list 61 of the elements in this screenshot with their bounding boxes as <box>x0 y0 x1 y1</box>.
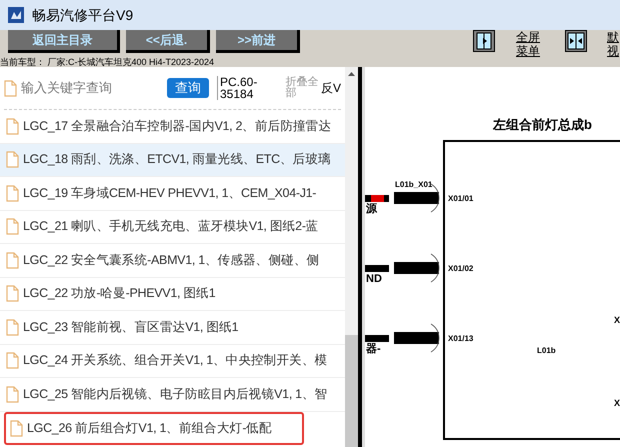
document-title: LGC_17 全景融合泊车控制器-国内V1, 2、前后防撞雷达 <box>23 118 332 135</box>
document-icon <box>6 285 19 302</box>
window-title: 畅易汽修平台V9 <box>32 6 134 24</box>
connector-pin <box>394 262 439 274</box>
pin-label: X01/13 <box>448 333 474 345</box>
component-label: L01b <box>537 345 556 357</box>
document-title: LGC_22 安全气囊系统-ABMV1, 1、传感器、侧碰、侧 <box>23 252 320 269</box>
document-icon <box>10 420 23 437</box>
wire-label: ND <box>366 273 382 285</box>
document-title: LGC_18 雨刮、洗涤、ETCV1, 雨量光线、ETC、后玻璃 <box>23 151 331 168</box>
pin-label: X01/01 <box>448 193 474 205</box>
document-icon <box>6 252 19 269</box>
document-icon <box>6 218 19 236</box>
connector-pin <box>394 332 439 344</box>
document-title: LGC_24 开关系统、组合开关V1, 1、中央控制开关、模 <box>23 352 328 370</box>
document-row[interactable]: LGC_24 开关系统、组合开关V1, 1、中央控制开关、模 <box>0 344 345 378</box>
pin-bracket <box>430 253 440 283</box>
arrows-inward-icon[interactable] <box>565 30 587 52</box>
document-row[interactable]: LGC_23 智能前视、盲区雷达V1, 图纸1 <box>0 311 345 344</box>
document-icon <box>6 151 19 168</box>
document-icon <box>6 318 19 336</box>
app-logo-icon <box>8 7 24 23</box>
document-row[interactable]: LGC_21 喇叭、手机无线充电、蓝牙模块V1, 图纸2-蓝 <box>0 210 345 244</box>
nav-button[interactable]: <<后退. <box>126 30 210 53</box>
search-button[interactable]: 查询 <box>167 78 209 98</box>
pin-label: X01/02 <box>448 263 474 275</box>
connector-label: L01b_X01 <box>395 179 432 191</box>
wire-label: 器- <box>366 343 381 355</box>
document-icon <box>6 184 19 202</box>
document-row[interactable]: LGC_19 车身域CEM-HEV PHEVV1, 1、CEM_X04-J1- <box>0 177 345 210</box>
pin-bracket <box>430 323 440 353</box>
document-title: LGC_23 智能前视、盲区雷达V1, 图纸1 <box>23 318 238 336</box>
document-row[interactable]: LGC_22 安全气囊系统-ABMV1, 1、传感器、侧碰、侧 <box>0 244 345 278</box>
nav-button[interactable]: >>前进 <box>216 30 300 53</box>
arrow-right-icon[interactable] <box>473 30 495 52</box>
part-code: PC.60-35184 <box>217 76 282 100</box>
pin-label: X <box>614 314 620 327</box>
column-5: 反V <box>320 79 341 97</box>
document-row[interactable]: LGC_22 功放-哈曼-PHEVV1, 图纸1 <box>0 278 345 311</box>
document-row[interactable]: LGC_18 雨刮、洗涤、ETCV1, 雨量光线、ETC、后玻璃 <box>0 144 345 177</box>
search-field[interactable]: 输入关键字查询 <box>21 78 149 98</box>
nav-button[interactable]: 返回主目录 <box>8 30 120 53</box>
document-icon <box>6 118 19 135</box>
document-icon <box>4 80 17 96</box>
toolbar-link[interactable]: 默视 <box>607 30 619 58</box>
toolbar-link[interactable]: 全屏菜单 <box>515 30 541 58</box>
connector-pin <box>394 192 439 204</box>
document-title: LGC_22 功放-哈曼-PHEVV1, 图纸1 <box>23 285 216 302</box>
wire-label: 源 <box>366 203 377 215</box>
pin-label: X <box>614 397 620 410</box>
document-row[interactable]: LGC_25 智能内后视镜、电子防眩目内后视镜V1, 1、智 <box>0 378 345 412</box>
document-icon <box>6 352 19 370</box>
document-title: LGC_19 车身域CEM-HEV PHEVV1, 1、CEM_X04-J1- <box>23 184 316 202</box>
component-title: 左组合前灯总成b <box>493 116 592 134</box>
document-row[interactable]: LGC_26 前后组合灯V1, 1、前组合大灯-低配 <box>4 412 304 445</box>
document-icon <box>6 386 19 403</box>
scrollbar-thumb[interactable] <box>345 335 358 447</box>
document-title: LGC_21 喇叭、手机无线充电、蓝牙模块V1, 图纸2-蓝 <box>23 218 318 236</box>
vehicle-info: 当前车型： 厂家:C-长城汽车坦克400 Hi4-T2023-2024 <box>0 57 216 67</box>
document-title: LGC_25 智能内后视镜、电子防眩目内后视镜V1, 1、智 <box>23 386 328 403</box>
document-title: LGC_26 前后组合灯V1, 1、前组合大灯-低配 <box>27 420 272 437</box>
